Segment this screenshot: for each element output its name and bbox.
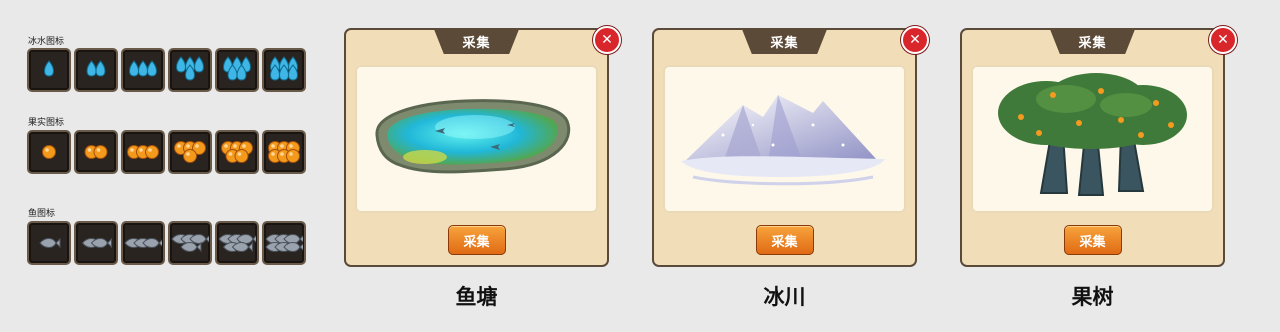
icon-slot[interactable] [27,130,71,174]
icon-slot[interactable] [215,221,259,265]
icon-slot[interactable] [215,48,259,92]
water-icon-row [27,48,306,92]
collect-button-label: 采集 [463,234,490,250]
panel-caption-glacier: 冰川 [763,285,806,309]
tab-title: 采集 [1078,35,1107,51]
tab-title: 采集 [462,35,491,51]
icon-slot[interactable] [262,130,306,174]
fish-icon [39,237,61,249]
icon-slot[interactable] [121,48,165,92]
icon-slot[interactable] [121,221,165,265]
panel-tab: 采集 [433,28,520,54]
fruit-icon-row [27,130,306,174]
tab-title: 采集 [770,35,799,51]
water-drop-icon [44,60,54,77]
panel-glacier: 采集 ✕ 采集 [652,26,929,267]
close-button[interactable]: ✕ [593,26,621,54]
orange-fruit-icon [127,145,159,159]
close-button[interactable]: ✕ [901,26,929,54]
fish-icon [124,237,162,249]
panel-caption-fruit-tree: 果树 [1071,285,1114,309]
orange-fruit-icon [174,141,206,163]
icon-slot[interactable] [121,130,165,174]
fruit-tree-illustration [998,73,1187,196]
water-drop-icon [86,60,106,77]
icon-slot[interactable] [215,130,259,174]
collect-button[interactable]: 采集 [755,225,814,255]
orange-fruit-icon [42,145,56,159]
icon-slot[interactable] [74,48,118,92]
fruit-tree-scene [971,65,1214,213]
collect-button[interactable]: 采集 [447,225,506,255]
water-drop-icon [129,60,157,77]
icon-slot[interactable] [74,130,118,174]
close-icon: ✕ [601,32,613,48]
orange-fruit-icon [84,145,108,159]
icon-slot[interactable] [262,48,306,92]
icon-slot[interactable] [168,48,212,92]
panel-caption-pond: 鱼塘 [455,285,498,309]
orange-fruit-icon [221,141,253,163]
panel-tab: 采集 [741,28,828,54]
icon-slot[interactable] [27,48,71,92]
orange-fruit-icon [268,141,300,163]
panel-tab: 采集 [1049,28,1136,54]
panel-pond: 采集 ✕ 采集 [344,26,621,267]
close-icon: ✕ [909,32,921,48]
icon-slot[interactable] [27,221,71,265]
fruit-icons-label: 果实图标 [28,118,65,128]
icon-slot[interactable] [168,221,212,265]
glacier-scene [663,65,906,213]
fish-icon-row [27,221,306,265]
fish-icons-label: 鱼图标 [28,209,56,219]
icon-slot[interactable] [262,221,306,265]
fish-icon [265,233,303,253]
pond-illustration [375,99,571,174]
fish-icon [218,233,256,253]
icon-slot[interactable] [74,221,118,265]
close-icon: ✕ [1217,32,1229,48]
water-drop-icon [270,56,298,81]
collect-button-label: 采集 [1079,234,1106,250]
water-drop-icon [223,56,251,81]
fish-icon [81,237,112,249]
glacier-illustration [681,95,885,186]
water-icons-label: 冰水图标 [28,37,65,47]
collect-button-label: 采集 [771,234,798,250]
fish-icon [171,233,209,253]
pond-scene [355,65,598,213]
panel-fruit-tree: 采集 ✕ 采集 [960,26,1237,267]
close-button[interactable]: ✕ [1209,26,1237,54]
collect-button[interactable]: 采集 [1063,225,1122,255]
water-drop-icon [176,56,204,81]
icon-slot[interactable] [168,130,212,174]
